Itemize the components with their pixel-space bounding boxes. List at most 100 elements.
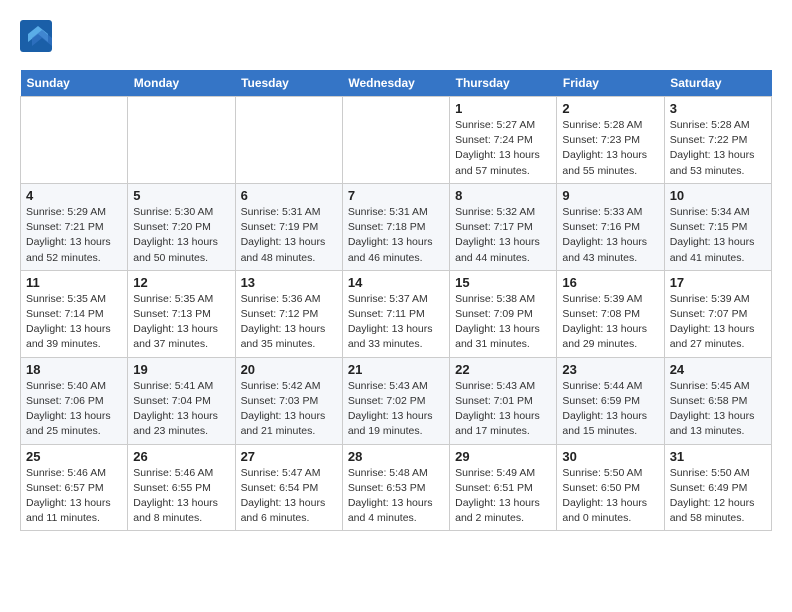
day-number: 5 [133,188,229,203]
day-number: 28 [348,449,444,464]
day-info: Sunrise: 5:48 AM Sunset: 6:53 PM Dayligh… [348,466,444,527]
day-header-tuesday: Tuesday [235,70,342,97]
calendar-day-cell: 28 Sunrise: 5:48 AM Sunset: 6:53 PM Dayli… [342,444,449,531]
calendar-day-cell: 16 Sunrise: 5:39 AM Sunset: 7:08 PM Dayli… [557,270,664,357]
day-number: 23 [562,362,658,377]
day-header-wednesday: Wednesday [342,70,449,97]
calendar-day-cell: 19 Sunrise: 5:41 AM Sunset: 7:04 PM Dayli… [128,357,235,444]
calendar-empty-cell [21,97,128,184]
day-number: 24 [670,362,766,377]
day-number: 19 [133,362,229,377]
calendar-week-row: 18 Sunrise: 5:40 AM Sunset: 7:06 PM Dayli… [21,357,772,444]
day-info: Sunrise: 5:34 AM Sunset: 7:15 PM Dayligh… [670,205,766,266]
calendar-week-row: 1 Sunrise: 5:27 AM Sunset: 7:24 PM Daylig… [21,97,772,184]
day-info: Sunrise: 5:33 AM Sunset: 7:16 PM Dayligh… [562,205,658,266]
day-info: Sunrise: 5:46 AM Sunset: 6:55 PM Dayligh… [133,466,229,527]
calendar-day-cell: 1 Sunrise: 5:27 AM Sunset: 7:24 PM Daylig… [450,97,557,184]
day-number: 3 [670,101,766,116]
day-info: Sunrise: 5:27 AM Sunset: 7:24 PM Dayligh… [455,118,551,179]
calendar-day-cell: 31Sunrise: 5:50 AM Sunset: 6:49 PM Dayli… [664,444,771,531]
day-header-sunday: Sunday [21,70,128,97]
calendar-empty-cell [235,97,342,184]
day-info: Sunrise: 5:47 AM Sunset: 6:54 PM Dayligh… [241,466,337,527]
calendar-day-cell: 18 Sunrise: 5:40 AM Sunset: 7:06 PM Dayli… [21,357,128,444]
day-number: 1 [455,101,551,116]
day-info: Sunrise: 5:41 AM Sunset: 7:04 PM Dayligh… [133,379,229,440]
calendar-week-row: 25 Sunrise: 5:46 AM Sunset: 6:57 PM Dayli… [21,444,772,531]
calendar-day-cell: 3 Sunrise: 5:28 AM Sunset: 7:22 PM Daylig… [664,97,771,184]
day-number: 26 [133,449,229,464]
day-info: Sunrise: 5:38 AM Sunset: 7:09 PM Dayligh… [455,292,551,353]
day-info: Sunrise: 5:31 AM Sunset: 7:18 PM Dayligh… [348,205,444,266]
day-number: 17 [670,275,766,290]
calendar-week-row: 4Sunrise: 5:29 AM Sunset: 7:21 PM Daylig… [21,183,772,270]
calendar-day-cell: 6 Sunrise: 5:31 AM Sunset: 7:19 PM Daylig… [235,183,342,270]
calendar-day-cell: 22 Sunrise: 5:43 AM Sunset: 7:01 PM Dayli… [450,357,557,444]
calendar-empty-cell [128,97,235,184]
calendar-day-cell: 17 Sunrise: 5:39 AM Sunset: 7:07 PM Dayli… [664,270,771,357]
day-number: 12 [133,275,229,290]
day-info: Sunrise: 5:28 AM Sunset: 7:23 PM Dayligh… [562,118,658,179]
day-number: 8 [455,188,551,203]
calendar-day-cell: 14 Sunrise: 5:37 AM Sunset: 7:11 PM Dayli… [342,270,449,357]
day-header-monday: Monday [128,70,235,97]
day-number: 25 [26,449,122,464]
day-number: 18 [26,362,122,377]
calendar-week-row: 11 Sunrise: 5:35 AM Sunset: 7:14 PM Dayli… [21,270,772,357]
calendar-table: SundayMondayTuesdayWednesdayThursdayFrid… [20,70,772,531]
day-info: Sunrise: 5:31 AM Sunset: 7:19 PM Dayligh… [241,205,337,266]
calendar-day-cell: 26 Sunrise: 5:46 AM Sunset: 6:55 PM Dayli… [128,444,235,531]
day-number: 13 [241,275,337,290]
calendar-day-cell: 5Sunrise: 5:30 AM Sunset: 7:20 PM Daylig… [128,183,235,270]
day-header-saturday: Saturday [664,70,771,97]
day-info: Sunrise: 5:28 AM Sunset: 7:22 PM Dayligh… [670,118,766,179]
day-number: 2 [562,101,658,116]
calendar-day-cell: 23 Sunrise: 5:44 AM Sunset: 6:59 PM Dayli… [557,357,664,444]
day-number: 16 [562,275,658,290]
calendar-day-cell: 2 Sunrise: 5:28 AM Sunset: 7:23 PM Daylig… [557,97,664,184]
day-info: Sunrise: 5:37 AM Sunset: 7:11 PM Dayligh… [348,292,444,353]
day-number: 15 [455,275,551,290]
logo-icon [20,20,52,52]
calendar-day-cell: 9Sunrise: 5:33 AM Sunset: 7:16 PM Daylig… [557,183,664,270]
calendar-day-cell: 24 Sunrise: 5:45 AM Sunset: 6:58 PM Dayli… [664,357,771,444]
day-info: Sunrise: 5:35 AM Sunset: 7:14 PM Dayligh… [26,292,122,353]
day-info: Sunrise: 5:36 AM Sunset: 7:12 PM Dayligh… [241,292,337,353]
calendar-day-cell: 13 Sunrise: 5:36 AM Sunset: 7:12 PM Dayli… [235,270,342,357]
day-number: 6 [241,188,337,203]
calendar-day-cell: 21Sunrise: 5:43 AM Sunset: 7:02 PM Dayli… [342,357,449,444]
day-info: Sunrise: 5:43 AM Sunset: 7:01 PM Dayligh… [455,379,551,440]
calendar-day-cell: 15 Sunrise: 5:38 AM Sunset: 7:09 PM Dayli… [450,270,557,357]
calendar-day-cell: 11 Sunrise: 5:35 AM Sunset: 7:14 PM Dayli… [21,270,128,357]
day-info: Sunrise: 5:46 AM Sunset: 6:57 PM Dayligh… [26,466,122,527]
day-info: Sunrise: 5:40 AM Sunset: 7:06 PM Dayligh… [26,379,122,440]
day-info: Sunrise: 5:39 AM Sunset: 7:07 PM Dayligh… [670,292,766,353]
day-info: Sunrise: 5:44 AM Sunset: 6:59 PM Dayligh… [562,379,658,440]
calendar-day-cell: 7 Sunrise: 5:31 AM Sunset: 7:18 PM Daylig… [342,183,449,270]
day-info: Sunrise: 5:29 AM Sunset: 7:21 PM Dayligh… [26,205,122,266]
day-number: 11 [26,275,122,290]
calendar-day-cell: 27Sunrise: 5:47 AM Sunset: 6:54 PM Dayli… [235,444,342,531]
day-number: 14 [348,275,444,290]
day-header-friday: Friday [557,70,664,97]
calendar-empty-cell [342,97,449,184]
day-info: Sunrise: 5:43 AM Sunset: 7:02 PM Dayligh… [348,379,444,440]
day-info: Sunrise: 5:42 AM Sunset: 7:03 PM Dayligh… [241,379,337,440]
day-info: Sunrise: 5:45 AM Sunset: 6:58 PM Dayligh… [670,379,766,440]
day-number: 30 [562,449,658,464]
logo [20,20,56,52]
day-info: Sunrise: 5:50 AM Sunset: 6:50 PM Dayligh… [562,466,658,527]
day-number: 20 [241,362,337,377]
calendar-day-cell: 20 Sunrise: 5:42 AM Sunset: 7:03 PM Dayli… [235,357,342,444]
day-header-thursday: Thursday [450,70,557,97]
calendar-day-cell: 12 Sunrise: 5:35 AM Sunset: 7:13 PM Dayli… [128,270,235,357]
day-info: Sunrise: 5:49 AM Sunset: 6:51 PM Dayligh… [455,466,551,527]
day-info: Sunrise: 5:32 AM Sunset: 7:17 PM Dayligh… [455,205,551,266]
calendar-header-row: SundayMondayTuesdayWednesdayThursdayFrid… [21,70,772,97]
day-number: 7 [348,188,444,203]
day-number: 22 [455,362,551,377]
day-info: Sunrise: 5:39 AM Sunset: 7:08 PM Dayligh… [562,292,658,353]
day-number: 29 [455,449,551,464]
day-info: Sunrise: 5:35 AM Sunset: 7:13 PM Dayligh… [133,292,229,353]
day-number: 31 [670,449,766,464]
